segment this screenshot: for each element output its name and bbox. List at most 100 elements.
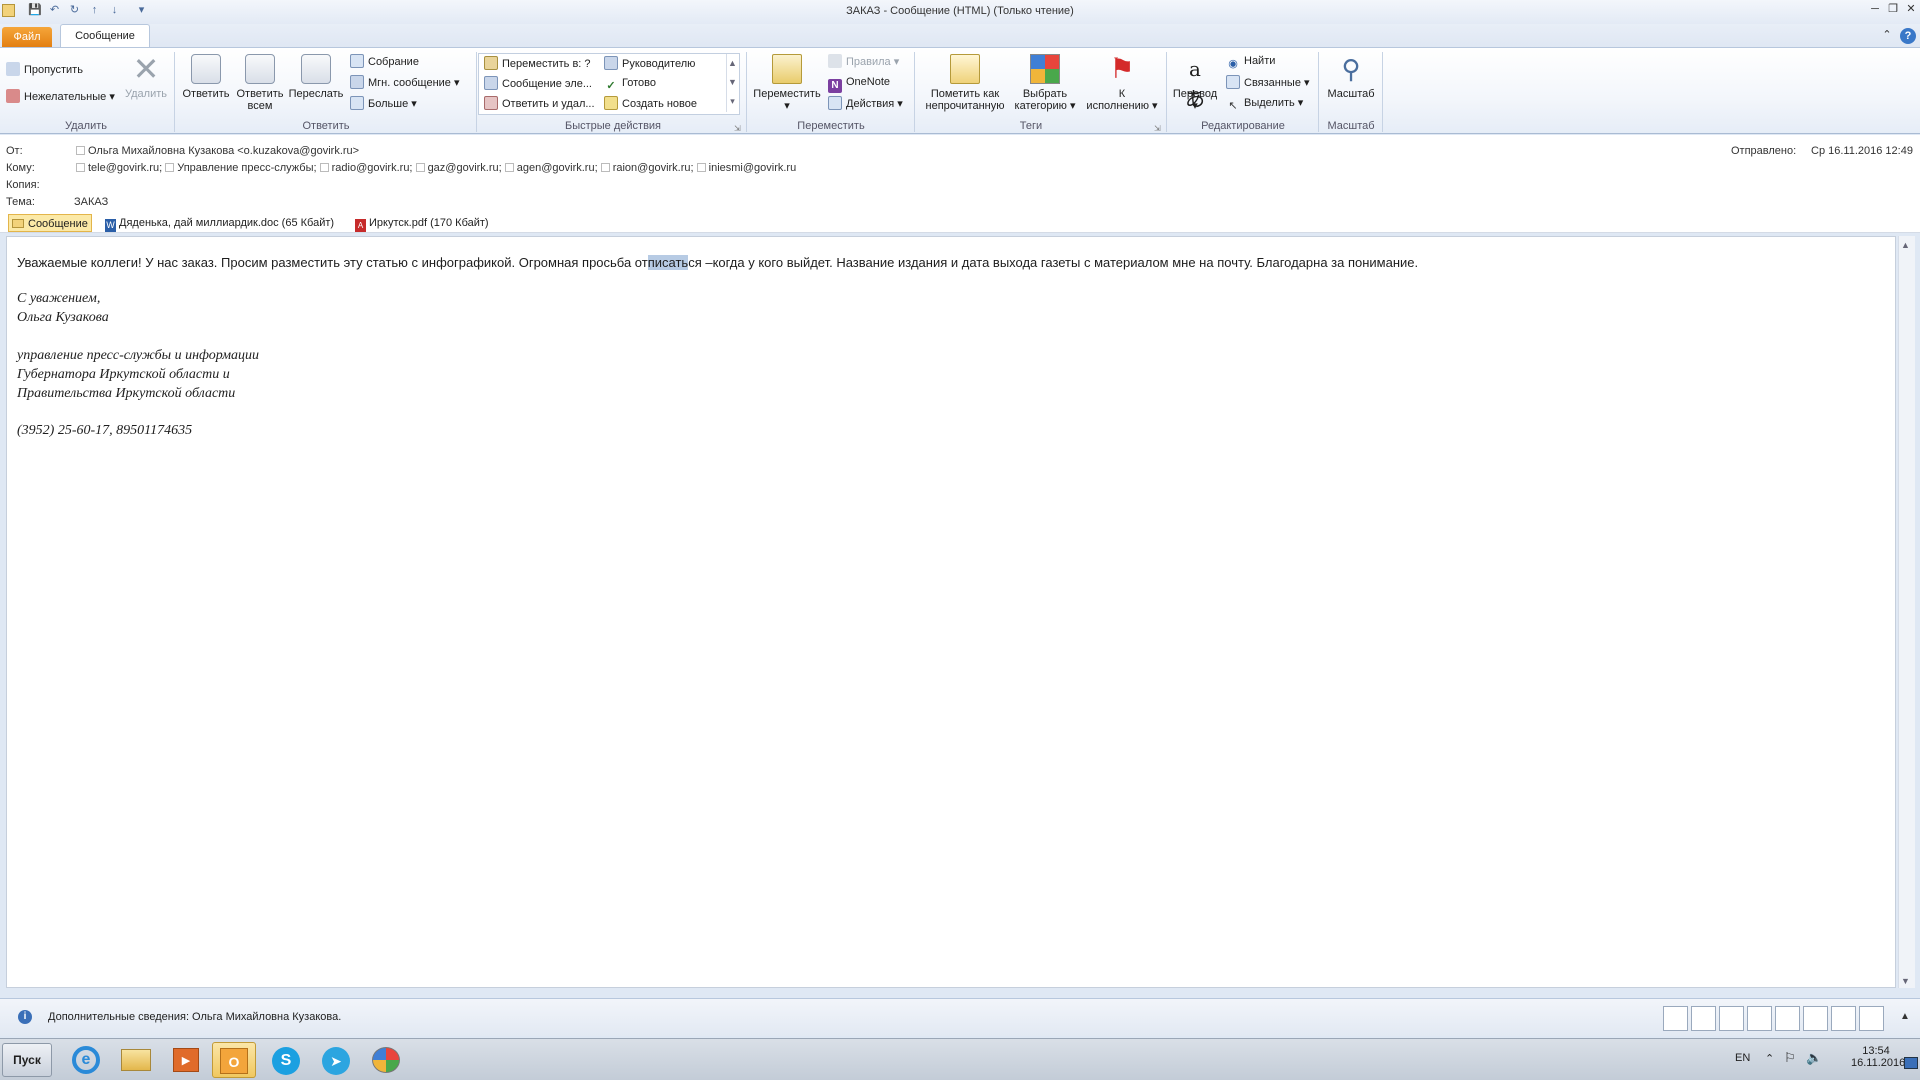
meeting-button[interactable]: Собрание xyxy=(350,54,419,69)
reply-label: Ответить xyxy=(182,88,230,100)
recipient[interactable]: agen@govirk.ru; xyxy=(504,162,598,174)
tab-file[interactable]: Файл xyxy=(2,27,52,47)
taskbar-telegram[interactable]: ➤ xyxy=(314,1042,358,1078)
volume-icon[interactable]: 🔈 xyxy=(1806,1050,1822,1066)
avatar[interactable] xyxy=(1719,1006,1744,1031)
attachment-doc[interactable]: W Дяденька, дай миллиардик.doc (65 Кбайт) xyxy=(102,214,337,232)
restore-icon[interactable]: ❐ xyxy=(1886,2,1900,16)
actions-button[interactable]: Действия ▾ xyxy=(828,96,903,111)
group-label-delete: Удалить xyxy=(65,120,107,132)
start-button[interactable]: Пуск xyxy=(2,1043,52,1077)
scroll-up-icon[interactable]: ▲ xyxy=(1901,240,1910,250)
quick-move-to[interactable]: Переместить в: ? xyxy=(484,56,591,71)
minimize-icon[interactable]: ─ xyxy=(1868,2,1882,16)
ignore-button[interactable]: Пропустить xyxy=(6,62,83,77)
group-label-zoom: Масштаб xyxy=(1327,120,1375,132)
close-icon[interactable]: ✕ xyxy=(1904,2,1918,16)
instant-message-button[interactable]: Мгн. сообщение ▾ xyxy=(350,75,459,90)
from-value[interactable]: Ольга Михайловна Кузакова <o.kuzakova@go… xyxy=(76,145,359,157)
group-label-editing: Редактирование xyxy=(1201,120,1285,132)
group-label-respond: Ответить xyxy=(302,120,350,132)
attachments-bar: Сообщение W Дяденька, дай миллиардик.doc … xyxy=(0,213,1920,233)
reply-all-icon xyxy=(245,54,275,84)
show-hidden-icons[interactable]: ⌃ xyxy=(1765,1052,1774,1065)
scroll-down-icon[interactable]: ▼ xyxy=(1901,976,1910,986)
attachment-message[interactable]: Сообщение xyxy=(8,214,92,232)
calendar-icon xyxy=(350,54,364,68)
avatar[interactable] xyxy=(1831,1006,1856,1031)
reply-all-button[interactable]: Ответить всем xyxy=(234,54,286,112)
related-button[interactable]: Связанные ▾ xyxy=(1226,75,1310,90)
avatar[interactable] xyxy=(1859,1006,1884,1031)
move-button[interactable]: Переместить ▾ xyxy=(752,54,822,112)
recipient[interactable]: raion@govirk.ru; xyxy=(600,162,694,174)
quick-reply-delete[interactable]: Ответить и удал... xyxy=(484,96,595,111)
tab-message[interactable]: Сообщение xyxy=(60,24,150,48)
help-icon[interactable]: ? xyxy=(1900,28,1916,44)
ignore-label: Пропустить xyxy=(24,64,83,76)
recipient[interactable]: Управление пресс-службы; xyxy=(165,162,317,174)
taskbar-explorer[interactable] xyxy=(114,1042,158,1078)
show-desktop-icon[interactable] xyxy=(1904,1057,1918,1069)
quick-to-manager[interactable]: Руководителю xyxy=(604,56,695,71)
quick-email[interactable]: Сообщение эле... xyxy=(484,76,592,91)
attachment-pdf[interactable]: A Иркутск.pdf (170 Кбайт) xyxy=(352,214,492,232)
zoom-button[interactable]: ⚲ Масштаб xyxy=(1322,54,1380,100)
follow-up-button[interactable]: ⚑ Кисполнению ▾ xyxy=(1080,54,1164,113)
rules-icon xyxy=(828,54,842,68)
delete-button[interactable]: ✕ Удалить xyxy=(122,53,170,100)
flag-icon[interactable]: ⚐ xyxy=(1784,1050,1796,1066)
reply-button[interactable]: Ответить xyxy=(180,54,232,100)
taskbar-ie[interactable]: e xyxy=(64,1042,108,1078)
taskbar-paint[interactable] xyxy=(364,1042,408,1078)
signature-phone: (3952) 25-60-17, 89501174635 xyxy=(17,423,193,438)
dialog-launcher-icon[interactable]: ⇲ xyxy=(734,124,741,133)
taskbar-skype[interactable]: S xyxy=(264,1042,308,1078)
people-pane-info[interactable]: Дополнительные сведения: Ольга Михайловн… xyxy=(48,1011,341,1023)
avatar[interactable] xyxy=(1663,1006,1688,1031)
recipient[interactable]: iniesmi@govirk.ru xyxy=(696,162,796,174)
quick-done[interactable]: ✓ Готово xyxy=(604,76,656,93)
junk-button[interactable]: Нежелательные ▾ xyxy=(6,89,115,104)
to-recipients: tele@govirk.ru; Управление пресс-службы;… xyxy=(76,162,796,174)
find-button[interactable]: ◉ Найти xyxy=(1226,54,1275,71)
reply-icon xyxy=(191,54,221,84)
expand-pane-icon[interactable]: ▲ xyxy=(1900,1011,1910,1022)
vertical-scrollbar[interactable]: ▲ ▼ xyxy=(1898,236,1915,988)
signature-org: Правительства Иркутской области xyxy=(17,386,236,401)
message-body[interactable]: Уважаемые коллеги! У нас заказ. Просим р… xyxy=(6,236,1896,988)
avatar[interactable] xyxy=(1747,1006,1772,1031)
dialog-launcher-icon[interactable]: ⇲ xyxy=(1154,124,1161,133)
cursor-icon: ↖ xyxy=(1228,100,1238,112)
clock[interactable]: 13:54 16.11.2016 xyxy=(1851,1045,1905,1069)
taskbar-outlook[interactable]: O xyxy=(212,1042,256,1078)
avatar[interactable] xyxy=(1775,1006,1800,1031)
onenote-button[interactable]: N OneNote xyxy=(828,75,890,93)
subject-label: Тема: xyxy=(6,196,35,208)
junk-label: Нежелательные xyxy=(24,91,107,103)
outlook-icon: O xyxy=(220,1048,248,1074)
mark-unread-button[interactable]: Пометить как непрочитанную xyxy=(918,54,1012,112)
language-indicator[interactable]: EN xyxy=(1735,1052,1750,1064)
rules-button[interactable]: Правила ▾ xyxy=(828,54,899,69)
forward-button[interactable]: Переслать xyxy=(288,54,344,100)
actions-label: Действия xyxy=(846,98,895,110)
rules-label: Правила xyxy=(846,56,891,68)
more-respond-button[interactable]: Больше ▾ xyxy=(350,96,417,111)
avatar[interactable] xyxy=(1803,1006,1828,1031)
translate-button[interactable]: aあ Перевод ▾ xyxy=(1170,54,1220,112)
quick-create-new[interactable]: Создать новое xyxy=(604,96,697,111)
ignore-icon xyxy=(6,62,20,76)
taskbar-media[interactable]: ▶ xyxy=(164,1042,208,1078)
recipient[interactable]: gaz@govirk.ru; xyxy=(415,162,502,174)
select-button[interactable]: ↖ Выделить ▾ xyxy=(1226,96,1303,113)
categorize-button[interactable]: Выбрать категорию ▾ xyxy=(1012,54,1078,112)
recipient[interactable]: tele@govirk.ru; xyxy=(76,162,162,174)
email-icon xyxy=(484,76,498,90)
gallery-scroll[interactable]: ▲ ▼ ▾ xyxy=(726,54,738,112)
avatar[interactable] xyxy=(1691,1006,1716,1031)
recipient[interactable]: radio@govirk.ru; xyxy=(319,162,413,174)
body-text: ся –когда у кого выйдет. Название издани… xyxy=(688,255,1419,270)
create-new-icon xyxy=(604,96,618,110)
collapse-ribbon-icon[interactable]: ⌃ xyxy=(1880,28,1894,42)
